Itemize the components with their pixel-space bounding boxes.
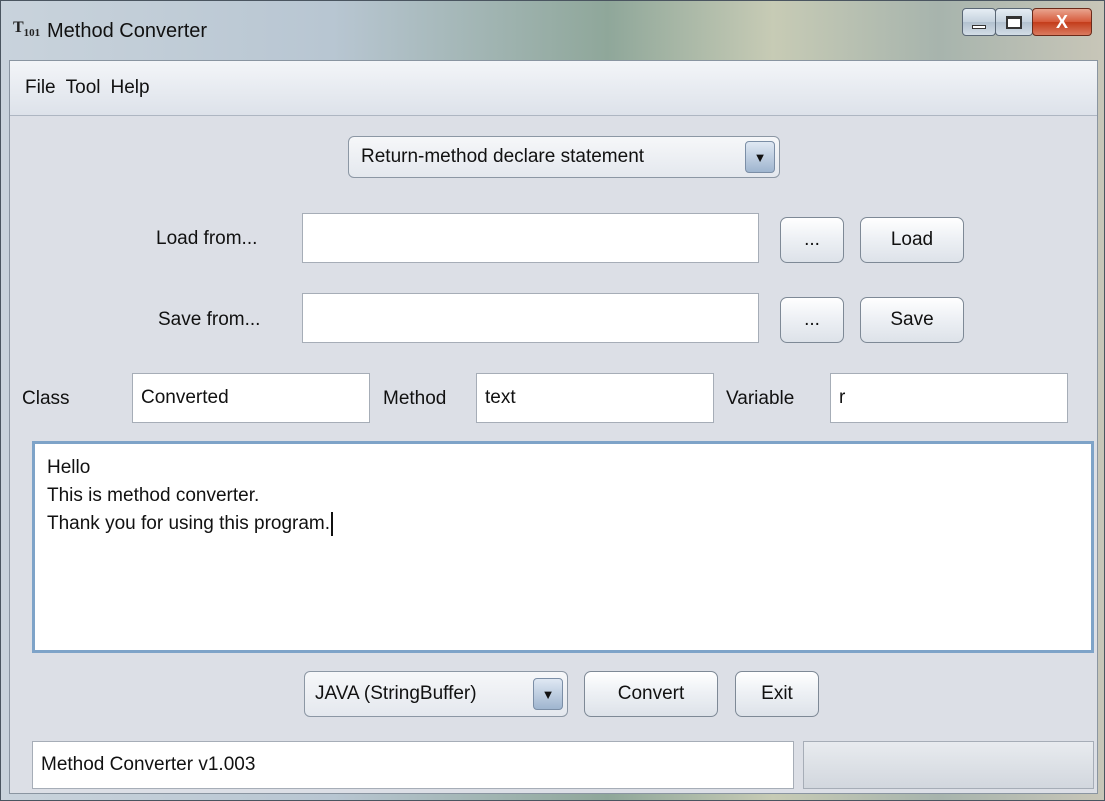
exit-button[interactable]: Exit: [735, 671, 819, 717]
editor-line: Thank you for using this program.: [47, 510, 1079, 538]
load-from-label: Load from...: [156, 228, 258, 249]
menu-file[interactable]: File: [20, 77, 61, 99]
text-cursor: [331, 511, 334, 536]
variable-label: Variable: [726, 388, 795, 409]
chevron-down-icon[interactable]: ▼: [745, 141, 775, 173]
load-path-input[interactable]: [302, 213, 759, 263]
app-icon: T101: [13, 19, 41, 40]
save-browse-button[interactable]: ...: [780, 297, 844, 343]
output-format-value: JAVA (StringBuffer): [315, 683, 477, 704]
source-text-editor[interactable]: Hello This is method converter. Thank you …: [32, 441, 1094, 653]
minimize-button[interactable]: [962, 8, 996, 36]
method-label: Method: [383, 388, 447, 409]
class-name-input[interactable]: [132, 373, 370, 423]
method-name-input[interactable]: [476, 373, 714, 423]
maximize-icon: [1006, 15, 1022, 29]
menu-bar: File Tool Help: [10, 61, 1097, 116]
save-from-label: Save from...: [158, 309, 261, 330]
editor-line: Hello: [47, 457, 91, 478]
load-browse-button[interactable]: ...: [780, 217, 844, 263]
title-bar[interactable]: T101 Method Converter X: [1, 1, 1105, 61]
variable-name-input[interactable]: [830, 373, 1068, 423]
class-label: Class: [22, 388, 70, 409]
app-window: T101 Method Converter X File Tool Help R…: [0, 0, 1105, 801]
statement-type-value: Return-method declare statement: [361, 146, 645, 167]
editor-line: This is method converter.: [47, 485, 260, 506]
statement-type-select[interactable]: Return-method declare statement ▼: [348, 136, 780, 178]
chevron-down-icon[interactable]: ▼: [533, 678, 563, 710]
menu-tool[interactable]: Tool: [61, 77, 106, 99]
save-path-input[interactable]: [302, 293, 759, 343]
editor-line-text: Thank you for using this program.: [47, 513, 331, 534]
minimize-icon: [972, 25, 986, 29]
load-button[interactable]: Load: [860, 217, 964, 263]
window-title: Method Converter: [47, 20, 208, 42]
caption-buttons: X: [962, 8, 1092, 38]
save-button[interactable]: Save: [860, 297, 964, 343]
status-text-field: Method Converter v1.003: [32, 741, 794, 789]
maximize-button[interactable]: [995, 8, 1033, 36]
status-text: Method Converter v1.003: [41, 754, 256, 775]
menu-help[interactable]: Help: [105, 77, 154, 99]
close-button[interactable]: X: [1032, 8, 1092, 36]
close-icon: X: [1055, 11, 1068, 32]
progress-bar: [803, 741, 1094, 789]
output-format-select[interactable]: JAVA (StringBuffer) ▼: [304, 671, 568, 717]
convert-button[interactable]: Convert: [584, 671, 718, 717]
